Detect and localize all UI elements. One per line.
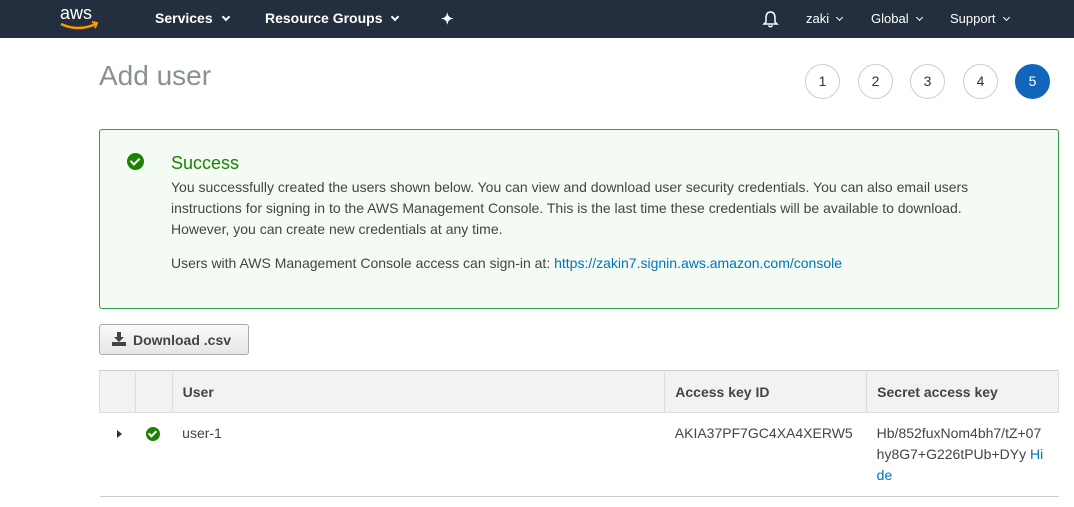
download-csv-button[interactable]: Download .csv [99, 324, 249, 355]
alert-body: You successfully created the users shown… [171, 179, 969, 237]
expand-caret-icon[interactable] [116, 430, 122, 438]
signin-url-link[interactable]: https://zakin7.signin.aws.amazon.com/con… [554, 255, 842, 271]
secret-key-cell: Hb/852fuxNom4bh7/tZ+07hy8G7+G226tPUb+DYy… [866, 412, 1059, 497]
user-column-header[interactable]: User [171, 370, 666, 413]
region-label: Global [871, 11, 909, 26]
top-nav: aws Services Resource Groups ✦ zaki Glob… [0, 0, 1074, 38]
bell-icon[interactable] [762, 10, 779, 28]
step-2[interactable]: 2 [858, 64, 893, 99]
secret-key-column-header[interactable]: Secret access key [866, 370, 1059, 413]
expand-column-header [98, 370, 137, 413]
support-label: Support [950, 11, 996, 26]
chevron-down-icon [915, 13, 923, 22]
table-header: User Access key ID Secret access key [98, 370, 1059, 413]
signin-info: Users with AWS Management Console access… [171, 255, 842, 271]
table-row: user-1 AKIA37PF7GC4XA4XERW5 Hb/852fuxNom… [99, 412, 1059, 497]
success-alert: Success You successfully created the use… [99, 129, 1059, 309]
access-key-cell: AKIA37PF7GC4XA4XERW5 [664, 412, 867, 497]
resource-groups-label: Resource Groups [265, 10, 383, 26]
status-column-header [135, 370, 173, 413]
download-icon [112, 332, 126, 346]
user-menu[interactable]: zaki [806, 11, 844, 26]
user-cell: user-1 [172, 412, 665, 497]
credentials-table: User Access key ID Secret access key use… [98, 370, 1059, 497]
page-title: Add user [99, 60, 212, 91]
check-circle-icon [145, 427, 160, 441]
services-label: Services [155, 10, 213, 26]
chevron-down-icon [1002, 13, 1010, 22]
resource-groups-menu[interactable]: Resource Groups [265, 10, 400, 26]
check-circle-icon [127, 153, 144, 170]
support-menu[interactable]: Support [950, 11, 1010, 26]
step-1[interactable]: 1 [805, 64, 840, 99]
secret-key-value: Hb/852fuxNom4bh7/tZ+07hy8G7+G226tPUb+DYy [876, 425, 1042, 462]
chevron-down-icon [221, 12, 230, 22]
pin-icon[interactable]: ✦ [441, 10, 454, 28]
step-3[interactable]: 3 [910, 64, 945, 99]
chevron-down-icon [836, 13, 844, 22]
chevron-down-icon [391, 12, 400, 22]
step-5: 5 [1015, 64, 1050, 99]
download-label: Download .csv [133, 332, 232, 348]
region-menu[interactable]: Global [871, 11, 923, 26]
alert-title: Success [171, 153, 240, 173]
user-label: zaki [806, 11, 830, 26]
access-key-column-header[interactable]: Access key ID [664, 370, 868, 413]
signin-text: Users with AWS Management Console access… [171, 255, 555, 271]
aws-logo[interactable]: aws [58, 3, 102, 33]
step-4[interactable]: 4 [963, 64, 998, 99]
services-menu[interactable]: Services [155, 10, 230, 26]
svg-text:aws: aws [60, 3, 92, 23]
